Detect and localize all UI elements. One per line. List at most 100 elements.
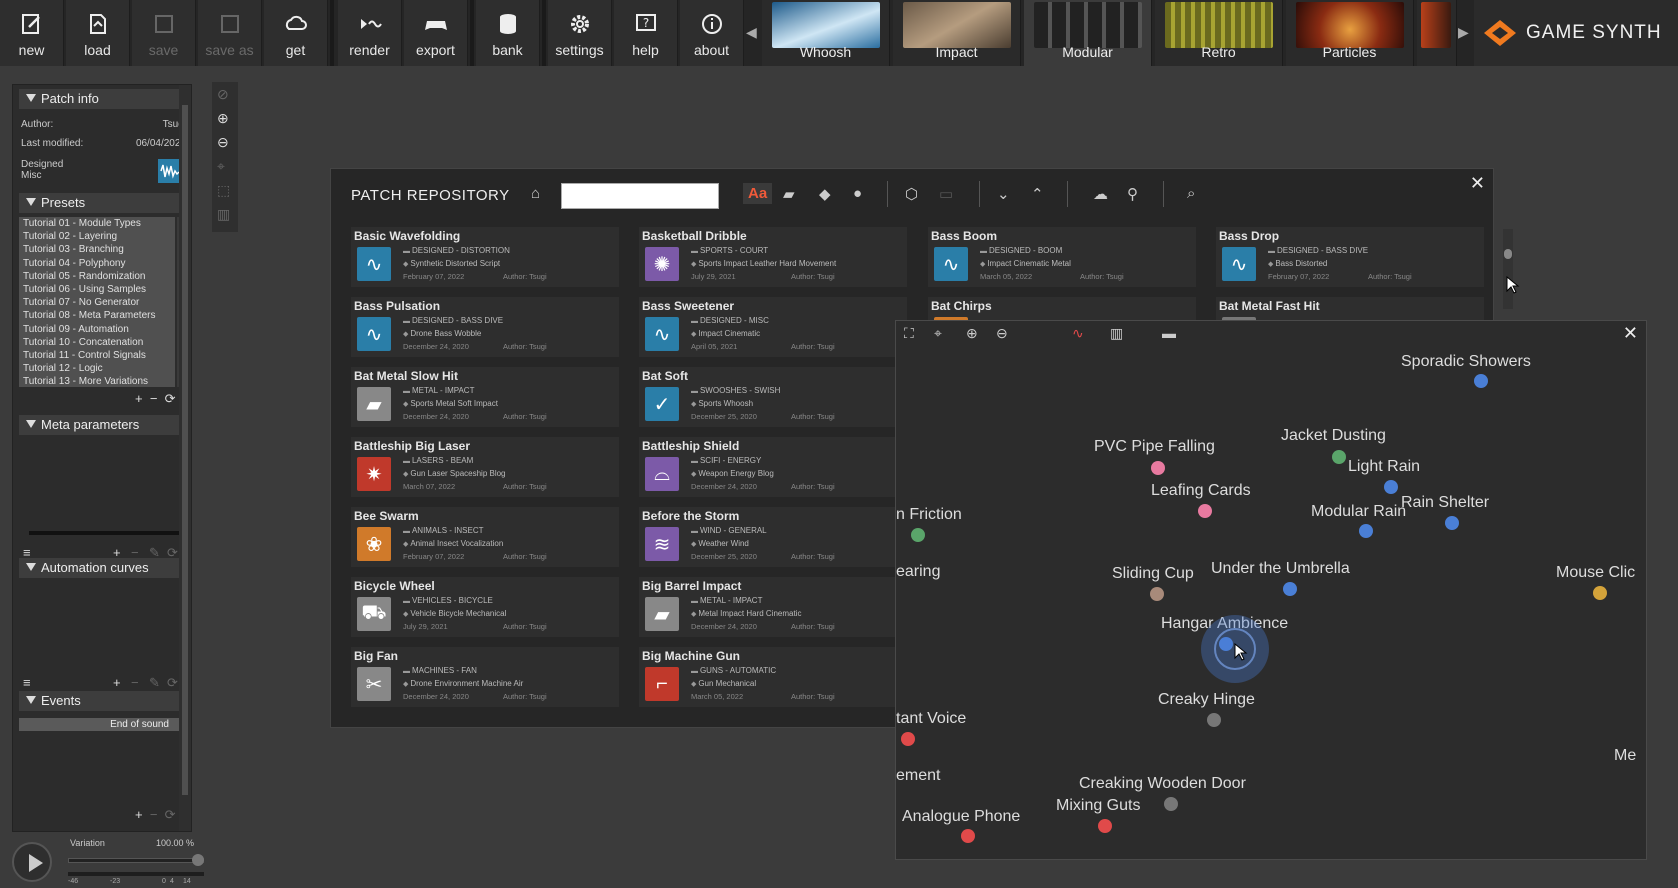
bars-icon[interactable]: ▥ <box>1110 325 1123 342</box>
map-point-label[interactable]: Me <box>1614 747 1636 765</box>
scrollbar-thumb[interactable] <box>182 105 188 795</box>
patch-info-header[interactable]: Patch info <box>19 89 179 109</box>
map-point-dot[interactable] <box>1474 374 1488 388</box>
settings-button[interactable]: settings <box>548 0 612 66</box>
map-point-label[interactable]: Light Rain <box>1348 458 1420 476</box>
patch-card[interactable]: Basketball Dribble ✺ SPORTS - COURT Sports … <box>639 227 907 287</box>
map-point-dot[interactable] <box>961 829 975 843</box>
add-icon[interactable]: + <box>135 391 143 406</box>
locate-icon[interactable]: ⌖ <box>217 158 225 175</box>
map-point-label[interactable]: Under the Umbrella <box>1211 560 1350 578</box>
map-point-dot[interactable] <box>1445 516 1459 530</box>
about-button[interactable]: about <box>680 0 744 66</box>
patch-card[interactable]: Bass Pulsation ∿ DESIGNED - BASS DIVE Drone… <box>351 297 619 357</box>
map-point-dot[interactable] <box>1283 582 1297 596</box>
packs-scroll-right-icon[interactable]: ▶ <box>1458 24 1469 41</box>
save-button[interactable]: save <box>132 0 196 66</box>
help-button[interactable]: ? help <box>614 0 678 66</box>
automation-curves-header[interactable]: Automation curves <box>19 558 179 578</box>
pack-whoosh[interactable]: Whoosh <box>762 0 890 66</box>
scrollbar-thumb[interactable] <box>1504 249 1512 259</box>
patch-card[interactable]: Bat Soft ✓ SWOOSHES - SWISH Sports Whoosh De… <box>639 367 907 427</box>
no-selection-icon[interactable]: ⊘ <box>217 86 229 103</box>
patch-card[interactable]: Battleship Shield ⌓ SCIFI - ENERGY Weapon E… <box>639 437 907 497</box>
match-case-button[interactable]: Aa <box>743 183 773 204</box>
variation-slider-handle[interactable] <box>192 854 204 866</box>
map-point-dot[interactable] <box>1198 504 1212 518</box>
map-point-label[interactable]: Jacket Dusting <box>1281 427 1386 445</box>
zoom-in-icon[interactable]: ⊕ <box>217 110 229 127</box>
sound-map-panel[interactable]: ⛶ ⌖ ⊕ ⊖ ∿ ▥ ▬ ✕ Sporadic Showers PVC Pipe… <box>895 320 1647 860</box>
map-point-label[interactable]: n Friction <box>896 506 962 524</box>
cube-icon[interactable]: ⬡ <box>905 185 918 203</box>
patch-card[interactable]: Bass Drop ∿ DESIGNED - BASS DIVE Bass Disto… <box>1216 227 1484 287</box>
list-item[interactable]: Tutorial 04 - Polyphony <box>19 257 175 270</box>
export-button[interactable]: export <box>404 0 468 66</box>
map-point-label[interactable]: ement <box>896 767 940 785</box>
patch-card[interactable]: Big Barrel Impact ▰ METAL - IMPACT Metal Im… <box>639 577 907 637</box>
patch-card[interactable]: Bat Metal Slow Hit ▰ METAL - IMPACT Sports … <box>351 367 619 427</box>
pack-modular[interactable]: Modular <box>1024 0 1152 66</box>
map-point-label[interactable]: earing <box>896 563 940 581</box>
list-item[interactable]: Tutorial 08 - Meta Parameters <box>19 309 175 322</box>
list-item[interactable]: Tutorial 10 - Concatenation <box>19 336 175 349</box>
zoom-out-icon[interactable]: ⊖ <box>217 134 229 151</box>
map-point-dot[interactable] <box>1098 819 1112 833</box>
play-button[interactable] <box>12 842 52 882</box>
list-item[interactable]: Tutorial 13 - More Variations <box>19 375 175 387</box>
zoom-in-icon[interactable]: ⊕ <box>966 325 978 342</box>
list-item[interactable]: Tutorial 05 - Randomization <box>19 270 175 283</box>
map-point-dot[interactable] <box>1150 587 1164 601</box>
list-menu-icon[interactable]: ≡ <box>23 675 31 690</box>
packs-scroll-left-icon[interactable]: ◀ <box>746 24 757 41</box>
map-point-dot[interactable] <box>1384 480 1398 494</box>
map-point-label[interactable]: Analogue Phone <box>902 808 1020 826</box>
map-point-dot[interactable] <box>1164 797 1178 811</box>
list-item[interactable]: Tutorial 01 - Module Types <box>19 217 175 230</box>
map-point-dot[interactable] <box>1207 713 1221 727</box>
map-point-dot[interactable] <box>901 732 915 746</box>
render-button[interactable]: render <box>338 0 402 66</box>
presets-header[interactable]: Presets <box>19 193 179 213</box>
zoom-out-icon[interactable]: ⊖ <box>996 325 1008 342</box>
user-icon[interactable]: ● <box>853 185 862 202</box>
repository-close-button[interactable]: ✕ <box>1470 173 1485 194</box>
map-point-label[interactable]: Creaky Hinge <box>1158 691 1255 709</box>
map-point-label[interactable]: Leafing Cards <box>1151 482 1251 500</box>
list-item[interactable]: Tutorial 03 - Branching <box>19 243 175 256</box>
add-icon[interactable]: + <box>113 675 121 690</box>
map-point-label[interactable]: Rain Shelter <box>1401 494 1489 512</box>
pack-particles[interactable]: Particles <box>1286 0 1414 66</box>
save-as-button[interactable]: save as <box>198 0 262 66</box>
get-button[interactable]: get <box>264 0 328 66</box>
list-item[interactable]: Tutorial 02 - Layering <box>19 230 175 243</box>
patch-card[interactable]: Big Machine Gun ⌐ GUNS - AUTOMATIC Gun Mech… <box>639 647 907 707</box>
pack-retro[interactable]: Retro <box>1155 0 1283 66</box>
fit-icon[interactable]: ⬚ <box>217 182 230 199</box>
events-item[interactable]: End of sound <box>19 718 187 731</box>
left-panel-scrollbar[interactable] <box>179 85 191 831</box>
list-item[interactable]: Tutorial 12 - Logic <box>19 362 175 375</box>
bank-button[interactable]: bank <box>476 0 540 66</box>
repository-scrollbar[interactable] <box>1503 229 1513 309</box>
repository-search-input[interactable] <box>561 183 719 209</box>
variation-slider[interactable] <box>68 858 204 863</box>
chat-icon[interactable]: ▬ <box>1162 325 1176 341</box>
list-item[interactable]: Tutorial 11 - Control Signals <box>19 349 175 362</box>
patch-card[interactable]: Battleship Big Laser ✷ LASERS - BEAM Gun La… <box>351 437 619 497</box>
map-point-label[interactable]: Modular Rain <box>1311 503 1406 521</box>
link-icon[interactable]: ⟳ <box>165 391 176 406</box>
map-close-button[interactable]: ✕ <box>1623 323 1638 344</box>
pack-impact[interactable]: Impact <box>893 0 1021 66</box>
map-point-label[interactable]: Sliding Cup <box>1112 565 1194 583</box>
map-view-icon[interactable]: ⌕ <box>1187 185 1195 202</box>
patch-card[interactable]: Bass Sweetener ∿ DESIGNED - MISC Impact Cin… <box>639 297 907 357</box>
patch-card[interactable]: Bass Boom ∿ DESIGNED - BOOM Impact Cinemati… <box>928 227 1196 287</box>
map-point-dot[interactable] <box>1593 586 1607 600</box>
new-button[interactable]: new <box>0 0 64 66</box>
list-item[interactable]: Tutorial 06 - Using Samples <box>19 283 175 296</box>
map-point-dot[interactable] <box>1151 461 1165 475</box>
sort-down-icon[interactable]: ⌄ <box>997 185 1010 203</box>
map-pin-icon[interactable]: ⚲ <box>1127 185 1138 203</box>
patch-card[interactable]: Big Fan ✂ MACHINES - FAN Drone Environment … <box>351 647 619 707</box>
